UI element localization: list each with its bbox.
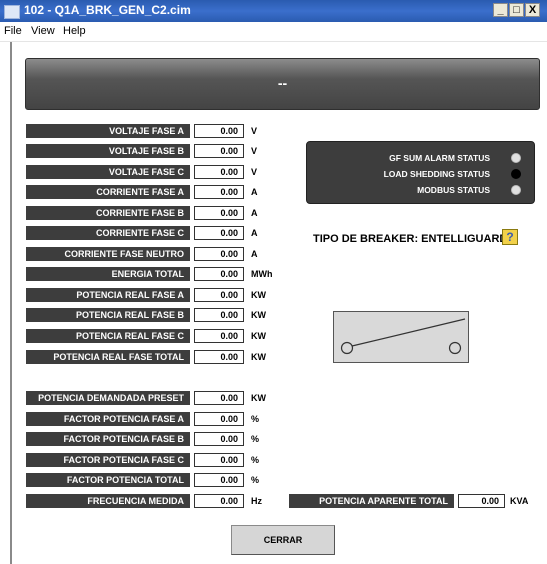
reading-label: ENERGIA TOTAL [26,267,190,281]
apparent-power-unit: KVA [510,496,529,506]
reading-unit: V [251,126,258,136]
device-header-banner: -- [25,58,540,110]
load-shedding-indicator [511,169,521,179]
header-text: -- [277,75,288,91]
window-title: 102 - Q1A_BRK_GEN_C2.cim [24,3,191,17]
reading-unit: KW [251,352,266,362]
reading-unit: A [251,228,258,238]
gf-sum-alarm-status-label: GF SUM ALARM STATUS [389,153,490,163]
menu-file[interactable]: File [4,25,22,37]
modbus-status-indicator [511,185,521,195]
modbus-status-label: MODBUS STATUS [417,185,490,195]
reading-label: CORRIENTE FASE NEUTRO [26,247,190,261]
reading-unit: KW [251,310,266,320]
reading-unit: A [251,187,258,197]
reading-label: CORRIENTE FASE C [26,226,190,240]
reading-value: 0.00 [194,350,244,364]
reading-label: FRECUENCIA MEDIDA [26,494,190,508]
reading-value: 0.00 [194,247,244,261]
breaker-open-symbol-icon [340,318,466,355]
status-panel: GF SUM ALARM STATUS LOAD SHEDDING STATUS… [306,141,535,204]
reading-unit: KW [251,393,266,403]
apparent-power-value: 0.00 [458,494,505,508]
maximize-button[interactable]: □ [509,3,524,17]
cerrar-button[interactable]: CERRAR [231,525,335,555]
reading-value: 0.00 [194,124,244,138]
reading-unit: KW [251,331,266,341]
title-bar: 102 - Q1A_BRK_GEN_C2.cim _ □ X [0,0,547,22]
reading-label: POTENCIA REAL FASE C [26,329,190,343]
reading-value: 0.00 [194,432,244,446]
breaker-diagram[interactable] [333,311,469,363]
reading-unit: MWh [251,269,273,279]
reading-value: 0.00 [194,308,244,322]
reading-unit: A [251,208,258,218]
gf-sum-alarm-indicator [511,153,521,163]
apparent-power-label: POTENCIA APARENTE TOTAL [289,494,454,508]
window-frame-left [10,42,12,564]
close-window-button[interactable]: X [525,3,540,17]
reading-value: 0.00 [194,144,244,158]
reading-label: CORRIENTE FASE A [26,185,190,199]
reading-label: CORRIENTE FASE B [26,206,190,220]
reading-label: FACTOR POTENCIA TOTAL [26,473,190,487]
reading-value: 0.00 [194,206,244,220]
reading-label: POTENCIA REAL FASE A [26,288,190,302]
reading-label: FACTOR POTENCIA FASE B [26,432,190,446]
reading-label: POTENCIA REAL FASE TOTAL [26,350,190,364]
minimize-button[interactable]: _ [493,3,508,17]
reading-value: 0.00 [194,288,244,302]
breaker-type-title: TIPO DE BREAKER: ENTELLIGUARD [313,233,508,245]
reading-unit: % [251,475,260,485]
reading-label: POTENCIA REAL FASE B [26,308,190,322]
reading-unit: KW [251,290,266,300]
reading-value: 0.00 [194,453,244,467]
reading-value: 0.00 [194,412,244,426]
reading-label: VOLTAJE FASE B [26,144,190,158]
reading-label: FACTOR POTENCIA FASE C [26,453,190,467]
reading-value: 0.00 [194,267,244,281]
reading-label: POTENCIA DEMANDADA PRESET [26,391,190,405]
reading-value: 0.00 [194,185,244,199]
menu-help[interactable]: Help [63,25,86,37]
reading-value: 0.00 [194,226,244,240]
reading-value: 0.00 [194,473,244,487]
menu-bar: File View Help [0,22,547,42]
reading-unit: % [251,455,260,465]
reading-label: VOLTAJE FASE A [26,124,190,138]
reading-unit: V [251,146,258,156]
app-window-icon [4,5,20,19]
menu-view[interactable]: View [31,25,55,37]
reading-label: VOLTAJE FASE C [26,165,190,179]
reading-unit: Hz [251,496,262,506]
reading-unit: % [251,414,260,424]
reading-value: 0.00 [194,329,244,343]
reading-value: 0.00 [194,165,244,179]
reading-unit: V [251,167,258,177]
question-mark-icon[interactable]: ? [502,229,518,245]
load-shedding-status-label: LOAD SHEDDING STATUS [383,169,490,179]
reading-unit: A [251,249,258,259]
reading-label: FACTOR POTENCIA FASE A [26,412,190,426]
reading-unit: % [251,434,260,444]
reading-value: 0.00 [194,391,244,405]
reading-value: 0.00 [194,494,244,508]
